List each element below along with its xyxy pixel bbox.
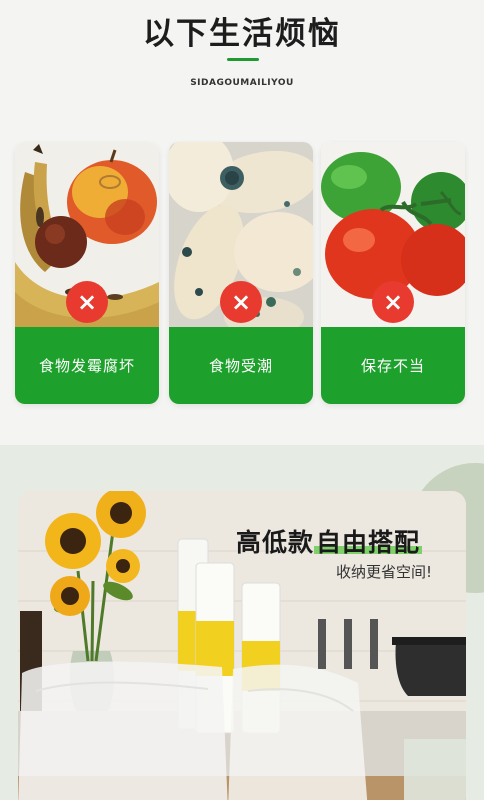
x-mark-icon: ×: [372, 281, 414, 323]
promo-headline: 高低款自由搭配: [236, 523, 423, 559]
x-mark-icon: ×: [220, 281, 262, 323]
x-mark-icon: ×: [66, 281, 108, 323]
problems-section: 以下生活烦恼 SIDAGOUMAILIYOU × 食物发霉腐坏 × 食物受潮 ×…: [0, 0, 484, 445]
section-subtitle: SIDAGOUMAILIYOU: [190, 78, 294, 88]
title-underline-dot: [255, 58, 259, 61]
card-rotten-food: × 食物发霉腐坏: [15, 142, 159, 404]
card-improper-storage: × 保存不当: [321, 142, 465, 404]
headline-plain: 高低款: [236, 528, 315, 557]
card-damp-food: × 食物受潮: [169, 142, 313, 404]
promo-section: 高低款自由搭配 收纳更省空间!: [0, 445, 484, 800]
promo-subline: 收纳更省空间!: [336, 563, 433, 581]
headline-highlight: 自由搭配: [314, 528, 423, 557]
title-underline: [227, 58, 257, 61]
card-label: 食物受潮: [169, 327, 313, 404]
card-label: 食物发霉腐坏: [15, 327, 159, 404]
card-label: 保存不当: [321, 327, 465, 404]
section-title: 以下生活烦恼: [143, 16, 341, 52]
